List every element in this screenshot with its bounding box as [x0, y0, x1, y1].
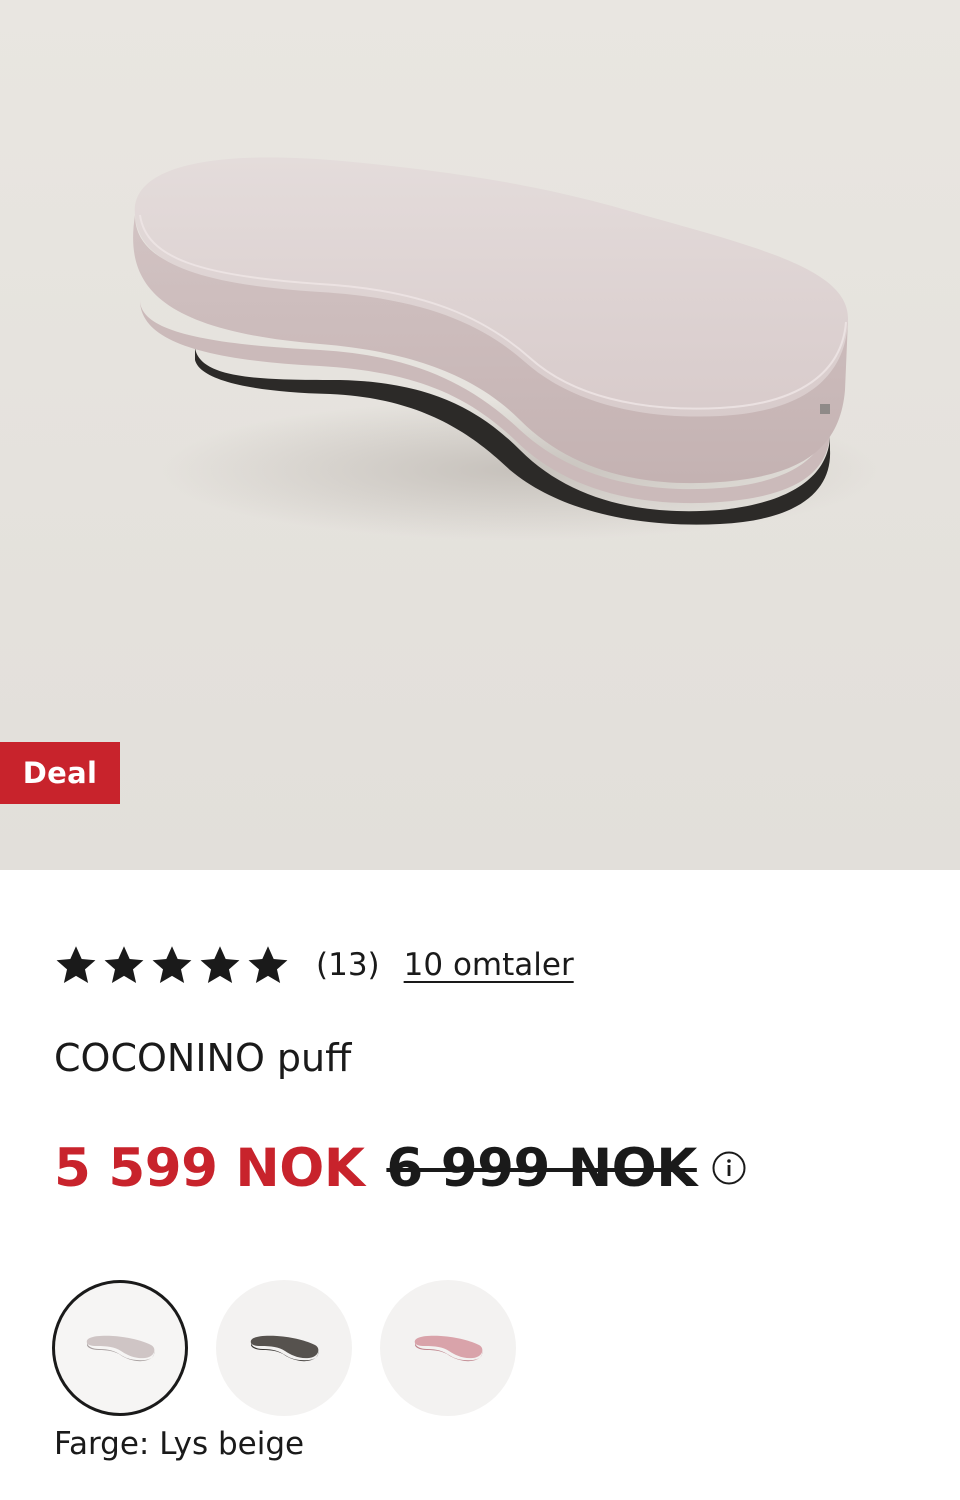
- color-swatches: [52, 1280, 516, 1416]
- selected-color-label: Farge: Lys beige: [54, 1426, 305, 1462]
- swatch-pink[interactable]: [380, 1280, 516, 1416]
- pouf-thumbnail-icon: [86, 1335, 155, 1362]
- price-row: 5 599 NOK 6 999 NOK: [54, 1136, 747, 1200]
- pouf-thumbnail-icon: [250, 1335, 319, 1362]
- star-icon: [152, 946, 192, 983]
- star-icon: [200, 946, 240, 983]
- product-image[interactable]: Deal: [0, 0, 960, 870]
- rating-count: (13): [316, 947, 380, 983]
- info-icon[interactable]: [711, 1150, 747, 1186]
- rating-stars[interactable]: [54, 943, 290, 987]
- star-icon: [56, 946, 96, 983]
- product-title: COCONINO puff: [54, 1036, 352, 1080]
- product-photo: [133, 157, 880, 540]
- deal-badge: Deal: [0, 742, 120, 804]
- star-icon: [248, 946, 288, 983]
- original-price: 6 999 NOK: [386, 1137, 697, 1199]
- reviews-link[interactable]: 10 omtaler: [404, 947, 574, 983]
- pouf-thumbnail-icon: [414, 1335, 483, 1362]
- star-icon: [104, 946, 144, 983]
- current-price: 5 599 NOK: [54, 1137, 365, 1199]
- swatch-lys-beige[interactable]: [52, 1280, 188, 1416]
- swatch-dark-grey[interactable]: [216, 1280, 352, 1416]
- rating-row: (13) 10 omtaler: [54, 940, 574, 990]
